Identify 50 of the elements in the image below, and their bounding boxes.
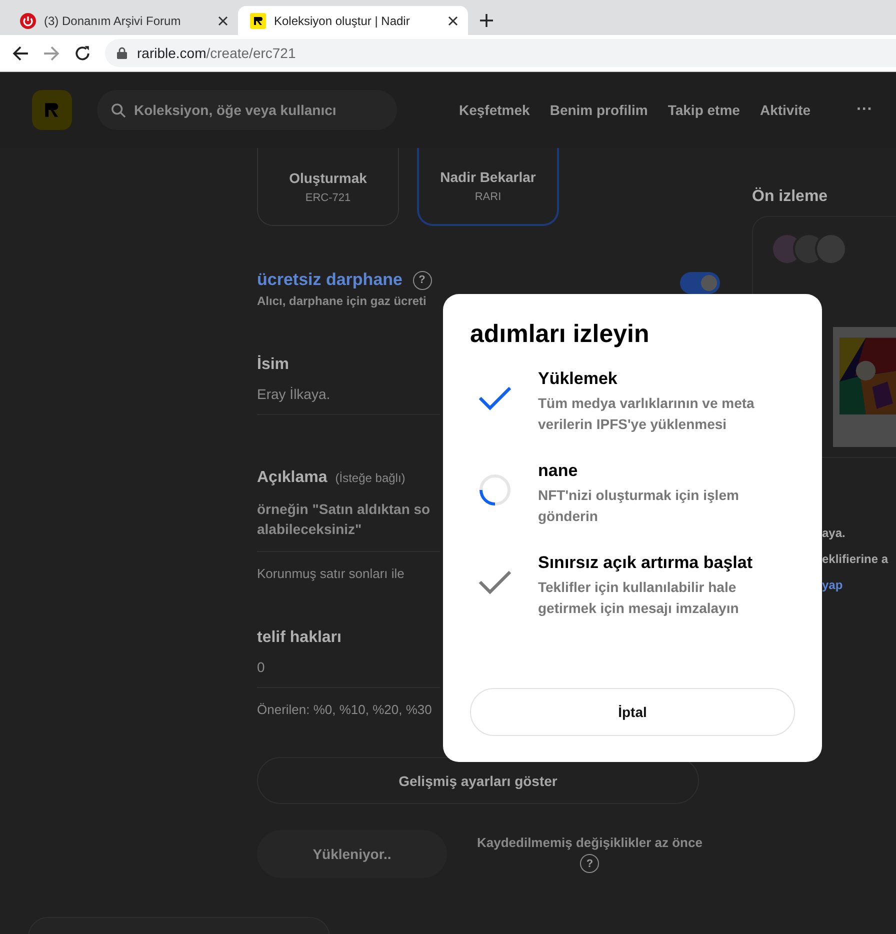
- search-field[interactable]: Koleksiyon, öğe veya kullanıcı: [97, 90, 397, 130]
- help-icon[interactable]: ?: [580, 854, 600, 873]
- browser-tab[interactable]: (3) Donanım Arşivi Forum: [8, 6, 238, 35]
- unsaved-note: Kaydedilmemiş değişiklikler az önce: [477, 835, 702, 850]
- step-description: Tüm medya varlıklarının ve meta verilerin IPFS'ye yüklenmesi: [538, 394, 756, 434]
- field-note: Korunmuş satır sonları ile: [257, 566, 404, 581]
- close-icon[interactable]: [448, 16, 458, 26]
- description-label: Açıklama: [257, 469, 328, 487]
- preview-text: aya.: [822, 526, 846, 540]
- search-icon: [111, 102, 126, 118]
- forward-icon[interactable]: [43, 44, 60, 62]
- free-mint-title: ücretsiz darphane: [257, 270, 402, 290]
- collection-type-card[interactable]: Oluşturmak ERC-721: [257, 148, 399, 226]
- free-mint-toggle[interactable]: [680, 272, 720, 294]
- step-description: NFT'nizi oluşturmak için işlem gönderin: [538, 486, 740, 526]
- step-title: nane: [538, 461, 579, 481]
- name-field[interactable]: Eray İlkaya.: [257, 386, 440, 415]
- field-note: Önerilen: %0, %10, %20, %30: [257, 702, 432, 717]
- name-label: İsim: [257, 356, 290, 374]
- free-mint-description: Alıcı, darphane için gaz ücreti: [257, 294, 428, 308]
- description-field[interactable]: örneğin "Satın aldıktan so alabileceksiniz": [257, 499, 440, 552]
- preview-text: eklifierine a: [822, 552, 888, 566]
- collection-type-card[interactable]: Nadir Bekarlar RARI: [417, 148, 559, 226]
- lock-icon: [117, 47, 127, 59]
- new-tab-icon[interactable]: [480, 14, 493, 27]
- cancel-button[interactable]: İptal: [470, 688, 795, 736]
- back-icon[interactable]: [12, 44, 29, 62]
- close-icon[interactable]: [218, 16, 228, 26]
- step-description: Teklifler için kullanılabilir hale getirmek için mesajı imzalayın: [538, 578, 740, 618]
- nav-link[interactable]: Keşfetmek: [459, 102, 530, 118]
- logo-icon: [250, 12, 266, 28]
- reload-icon[interactable]: [74, 44, 91, 62]
- address-bar[interactable]: rarible.com/create/erc721: [105, 39, 896, 67]
- optional-note: (İsteğe bağlı): [335, 471, 406, 485]
- browser-tab[interactable]: Koleksiyon oluştur | Nadir: [238, 6, 468, 35]
- royalties-label: telif hakları: [257, 629, 342, 647]
- step-title: Yüklemek: [538, 369, 618, 389]
- help-icon[interactable]: ?: [412, 270, 432, 290]
- nav-link[interactable]: Takip etme: [668, 102, 740, 118]
- nav-link[interactable]: Benim profilim: [550, 102, 648, 118]
- power-icon: [20, 12, 36, 28]
- dialog-title: adımları izleyin: [470, 320, 650, 349]
- upload-button[interactable]: Yükleniyor..: [257, 830, 447, 878]
- nav-link[interactable]: Aktivite: [760, 102, 811, 118]
- advanced-settings-button[interactable]: Gelişmiş ayarları göster: [257, 757, 699, 804]
- preview-link[interactable]: yap: [822, 578, 843, 592]
- step-title: Sınırsız açık artırma başlat: [538, 553, 754, 573]
- royalties-field[interactable]: 0: [257, 659, 440, 688]
- preview-title: Ön izleme: [752, 188, 828, 206]
- more-button[interactable]: ···: [856, 101, 873, 119]
